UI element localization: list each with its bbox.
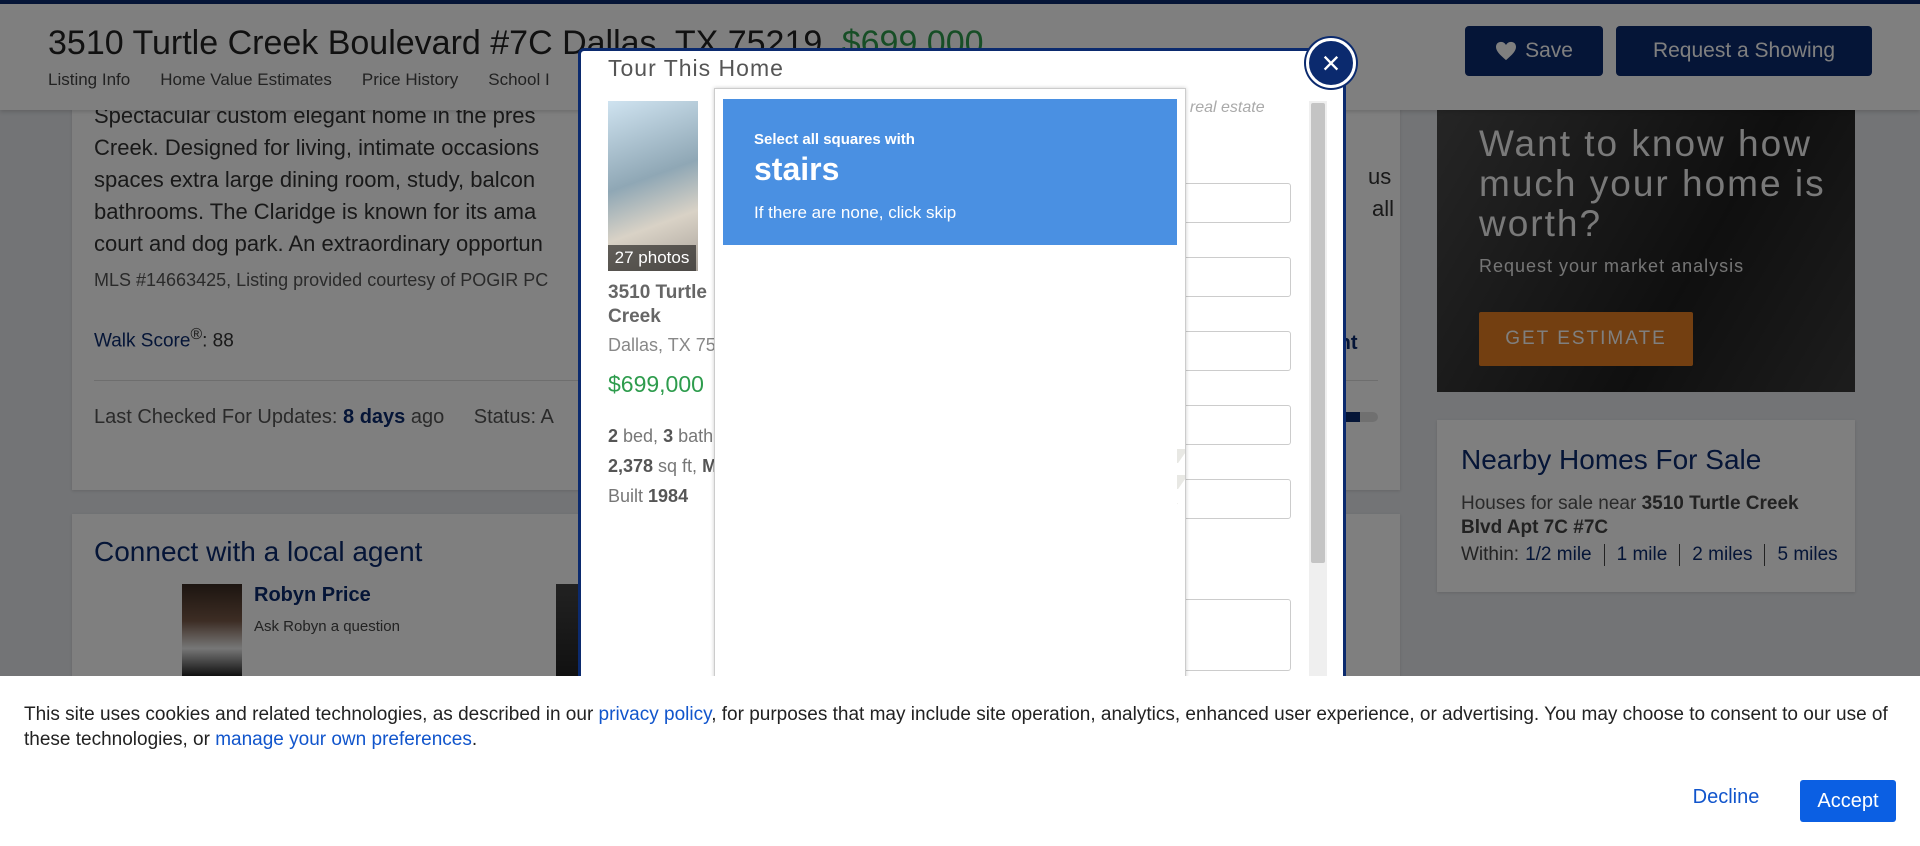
captcha-tile[interactable] bbox=[951, 253, 1063, 362]
captcha-header: Select all squares with stairs If there … bbox=[723, 99, 1177, 245]
captcha-tile-grid bbox=[723, 253, 1177, 690]
sqft: 2,378 sq ft, M bbox=[608, 451, 718, 481]
captcha-tile[interactable] bbox=[951, 364, 1063, 473]
beds-baths: 2 bed, 3 bath bbox=[608, 421, 718, 451]
captcha-tile[interactable] bbox=[837, 585, 949, 690]
sqft-value: 2,378 bbox=[608, 456, 654, 476]
form-hint: al real estate bbox=[1173, 99, 1265, 116]
captcha-instruction: Select all squares with bbox=[754, 131, 915, 148]
captcha-tile[interactable] bbox=[837, 474, 949, 583]
captcha-tile[interactable] bbox=[1065, 474, 1177, 583]
form-field[interactable] bbox=[1179, 405, 1291, 445]
sqft-label: sq ft, bbox=[653, 456, 703, 476]
beds-label: bed, bbox=[618, 426, 664, 446]
form-field[interactable] bbox=[1179, 331, 1291, 371]
built-value: 1984 bbox=[648, 486, 689, 506]
captcha-tile[interactable] bbox=[723, 474, 835, 583]
modal-listing-facts: 2 bed, 3 bath 2,378 sq ft, M Built 1984 bbox=[608, 421, 718, 511]
built-label: Built bbox=[608, 486, 649, 506]
captcha-tile[interactable] bbox=[951, 474, 1063, 583]
manage-preferences-link[interactable]: manage your own preferences bbox=[215, 729, 472, 750]
cookie-banner: This site uses cookies and related techn… bbox=[0, 676, 1920, 846]
beds-value: 2 bbox=[608, 426, 619, 446]
captcha-tile[interactable] bbox=[1065, 364, 1177, 473]
captcha-tile[interactable] bbox=[951, 585, 1063, 690]
captcha-skip-hint: If there are none, click skip bbox=[754, 203, 957, 222]
modal-title: Tour This Home bbox=[608, 55, 784, 81]
modal-scrollbar[interactable] bbox=[1309, 101, 1327, 691]
captcha-challenge: Select all squares with stairs If there … bbox=[714, 88, 1186, 690]
close-icon[interactable]: × bbox=[1306, 38, 1356, 88]
captcha-tile[interactable] bbox=[1065, 253, 1177, 362]
captcha-tile[interactable] bbox=[723, 253, 835, 362]
form-field[interactable] bbox=[1179, 479, 1291, 519]
form-field[interactable] bbox=[1179, 183, 1291, 223]
captcha-target: stairs bbox=[754, 151, 840, 187]
accept-button[interactable]: Accept bbox=[1800, 780, 1896, 822]
modal-listing-city: Dallas, TX 75219 bbox=[608, 335, 718, 355]
captcha-tile[interactable] bbox=[723, 585, 835, 690]
captcha-tile[interactable] bbox=[1065, 585, 1177, 690]
decline-button[interactable]: Decline bbox=[1674, 776, 1778, 818]
captcha-tile[interactable] bbox=[837, 253, 949, 362]
photos-count-badge[interactable]: 27 photos bbox=[608, 245, 696, 271]
scrollbar-thumb[interactable] bbox=[1311, 103, 1325, 563]
cookie-text-part: . bbox=[471, 729, 478, 750]
baths-label: bath bbox=[673, 426, 714, 446]
cookie-text-part: This site uses cookies and related techn… bbox=[24, 704, 599, 725]
modal-listing-name: 3510 Turtle Creek Boulevard bbox=[608, 282, 707, 327]
year-built: Built 1984 bbox=[608, 481, 718, 511]
captcha-tile[interactable] bbox=[723, 364, 835, 473]
modal-listing-price: $699,000 bbox=[608, 371, 704, 397]
message-textarea[interactable] bbox=[1179, 599, 1291, 671]
cookie-text: This site uses cookies and related techn… bbox=[24, 702, 1894, 752]
form-field[interactable] bbox=[1179, 257, 1291, 297]
privacy-policy-link[interactable]: privacy policy bbox=[599, 704, 712, 725]
baths-value: 3 bbox=[663, 426, 674, 446]
captcha-tile[interactable] bbox=[837, 364, 949, 473]
